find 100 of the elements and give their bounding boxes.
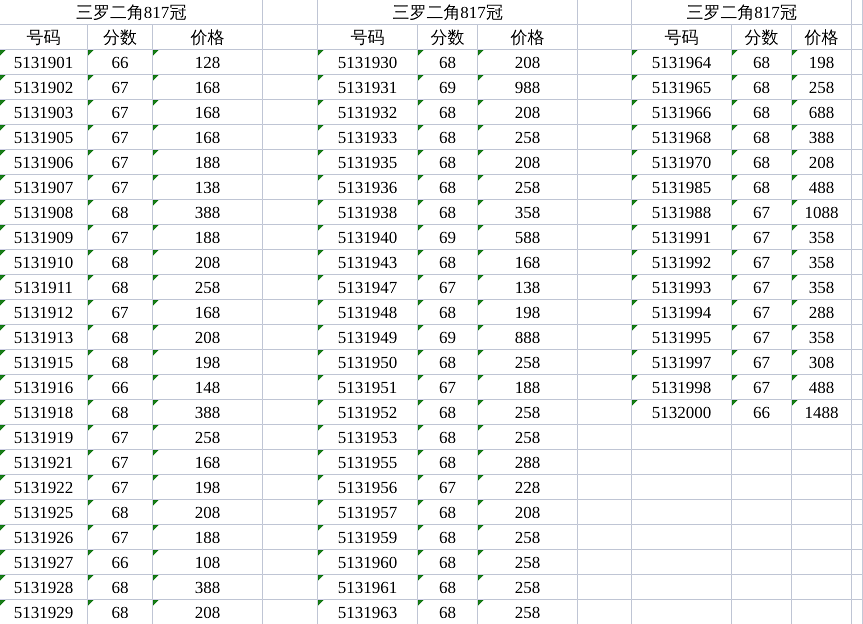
table-cell: 258 [478, 175, 578, 200]
table-cell: 5131964 [632, 50, 732, 75]
empty-cell [263, 25, 318, 50]
empty-cell [852, 250, 863, 275]
table-cell: 5131933 [318, 125, 418, 150]
table-cell: 1488 [792, 400, 852, 425]
table-cell: 5131910 [0, 250, 88, 275]
table-cell: 68 [418, 425, 478, 450]
column-header: 价格 [153, 25, 263, 50]
table-cell: 67 [88, 475, 153, 500]
table-cell: 488 [792, 175, 852, 200]
table-cell: 68 [88, 275, 153, 300]
table-cell: 128 [153, 50, 263, 75]
table-cell: 188 [153, 150, 263, 175]
table-cell: 68 [88, 575, 153, 600]
empty-cell [792, 500, 852, 525]
table-cell: 888 [478, 325, 578, 350]
empty-cell [852, 50, 863, 75]
table-cell: 188 [153, 525, 263, 550]
table-cell: 5131938 [318, 200, 418, 225]
table-cell: 67 [732, 250, 792, 275]
table-cell: 258 [478, 400, 578, 425]
table-cell: 208 [478, 500, 578, 525]
table-cell: 67 [88, 450, 153, 475]
table-cell: 67 [88, 125, 153, 150]
table-cell: 258 [478, 125, 578, 150]
table-cell: 5131918 [0, 400, 88, 425]
table-cell: 68 [732, 75, 792, 100]
empty-cell [852, 475, 863, 500]
table-cell: 67 [732, 275, 792, 300]
table-cell: 1088 [792, 200, 852, 225]
group-title: 三罗二角817冠 [0, 0, 263, 25]
table-cell: 5131968 [632, 125, 732, 150]
table-cell: 5131932 [318, 100, 418, 125]
empty-cell [792, 575, 852, 600]
table-cell: 5131929 [0, 600, 88, 624]
table-cell: 5131953 [318, 425, 418, 450]
table-cell: 5131928 [0, 575, 88, 600]
table-cell: 68 [88, 600, 153, 624]
table-cell: 5131993 [632, 275, 732, 300]
table-cell: 69 [418, 75, 478, 100]
table-cell: 388 [792, 125, 852, 150]
empty-cell [852, 325, 863, 350]
column-header: 价格 [478, 25, 578, 50]
table-cell: 68 [418, 200, 478, 225]
table-cell: 5131930 [318, 50, 418, 75]
table-cell: 5131908 [0, 200, 88, 225]
table-cell: 67 [88, 150, 153, 175]
table-cell: 5131998 [632, 375, 732, 400]
table-cell: 68 [418, 125, 478, 150]
empty-cell [852, 150, 863, 175]
table-cell: 67 [732, 225, 792, 250]
empty-cell [578, 0, 632, 25]
table-cell: 208 [153, 325, 263, 350]
table-cell: 5131957 [318, 500, 418, 525]
table-cell: 5131921 [0, 450, 88, 475]
table-cell: 5131922 [0, 475, 88, 500]
table-cell: 66 [88, 550, 153, 575]
table-cell: 67 [88, 75, 153, 100]
table-cell: 5132000 [632, 400, 732, 425]
group-title: 三罗二角817冠 [318, 0, 578, 25]
table-cell: 588 [478, 225, 578, 250]
empty-cell [792, 525, 852, 550]
table-cell: 68 [88, 400, 153, 425]
table-cell: 5131903 [0, 100, 88, 125]
table-cell: 67 [88, 300, 153, 325]
table-cell: 5131960 [318, 550, 418, 575]
table-cell: 358 [792, 325, 852, 350]
table-cell: 66 [88, 375, 153, 400]
table-cell: 168 [153, 125, 263, 150]
table-cell: 5131943 [318, 250, 418, 275]
table-cell: 258 [478, 350, 578, 375]
table-cell: 5131906 [0, 150, 88, 175]
table-cell: 188 [153, 225, 263, 250]
table-cell: 5131940 [318, 225, 418, 250]
table-cell: 68 [418, 150, 478, 175]
empty-cell [732, 500, 792, 525]
table-cell: 67 [732, 350, 792, 375]
table-cell: 5131915 [0, 350, 88, 375]
table-cell: 68 [88, 500, 153, 525]
table-cell: 208 [478, 50, 578, 75]
table-cell: 258 [478, 550, 578, 575]
table-cell: 108 [153, 550, 263, 575]
empty-cell [732, 450, 792, 475]
table-cell: 68 [732, 100, 792, 125]
empty-cell [792, 475, 852, 500]
table-cell: 5131902 [0, 75, 88, 100]
table-cell: 388 [153, 200, 263, 225]
table-cell: 68 [418, 400, 478, 425]
empty-cell [792, 550, 852, 575]
table-cell: 288 [792, 300, 852, 325]
table-cell: 208 [792, 150, 852, 175]
table-cell: 5131949 [318, 325, 418, 350]
empty-cell [732, 475, 792, 500]
table-cell: 488 [792, 375, 852, 400]
table-cell: 68 [418, 175, 478, 200]
empty-cell [852, 425, 863, 450]
column-header: 号码 [318, 25, 418, 50]
column-header: 号码 [632, 25, 732, 50]
table-cell: 5131997 [632, 350, 732, 375]
